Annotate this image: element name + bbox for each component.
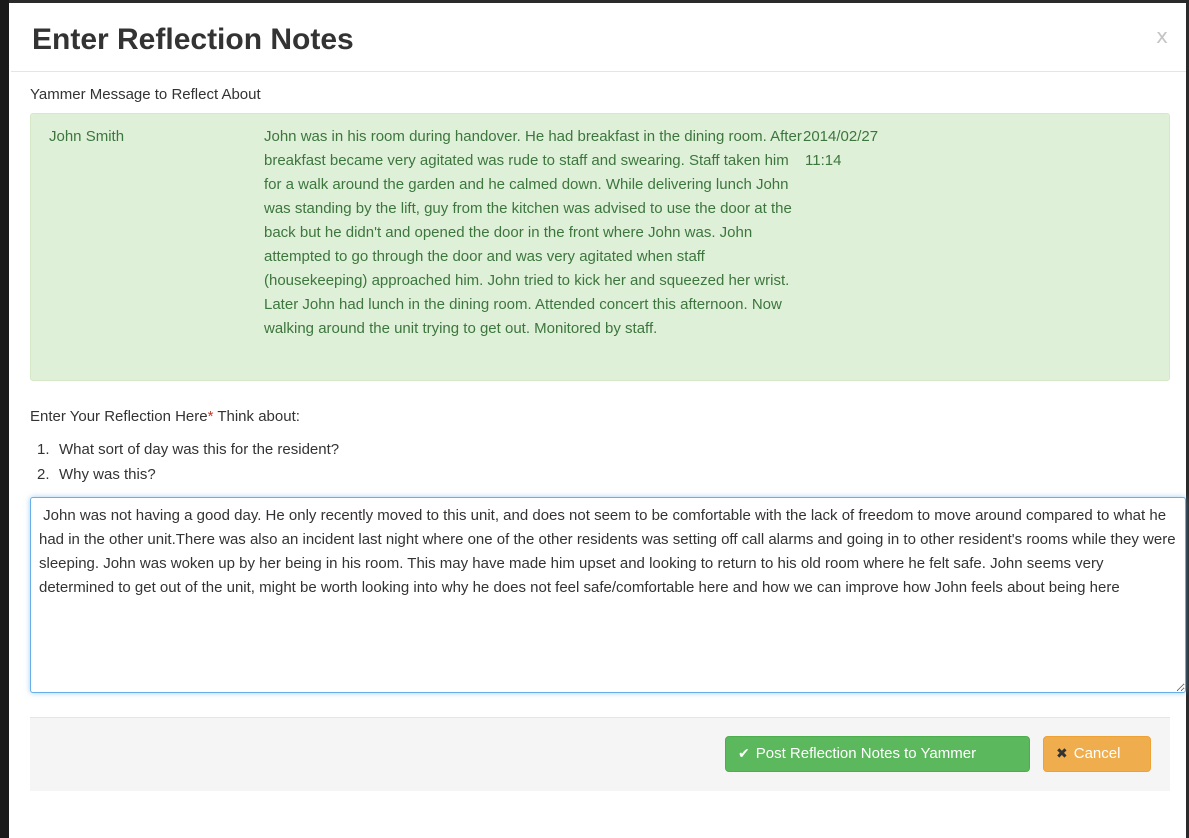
message-date: 2014/02/27 xyxy=(803,128,879,145)
prompt-item: 1. What sort of day was this for the resi… xyxy=(37,437,339,462)
modal-footer: ✔ Post Reflection Notes to Yammer ✖ Cancel xyxy=(30,717,1170,791)
modal-title: Enter Reflection Notes xyxy=(32,23,354,56)
check-icon: ✔ xyxy=(738,746,750,762)
page-frame: Enter Reflection Notes x Yammer Message … xyxy=(0,0,1189,838)
reflection-label: Enter Your Reflection Here* Think about: xyxy=(30,408,300,425)
prompt-number: 2. xyxy=(37,466,50,483)
reflection-prompts: 1. What sort of day was this for the resi… xyxy=(37,437,339,487)
prompt-number: 1. xyxy=(37,441,50,458)
background-edge-left xyxy=(0,0,9,838)
prompt-text: What sort of day was this for the reside… xyxy=(59,441,340,458)
post-button-label: Post Reflection Notes to Yammer xyxy=(755,745,977,762)
message-text: John was in his room during handover. He… xyxy=(264,128,802,337)
reflection-hint: Think about: xyxy=(213,408,300,425)
yammer-message-box: John Smith John was in his room during h… xyxy=(30,113,1170,381)
reflection-label-text: Enter Your Reflection Here xyxy=(30,408,208,425)
prompt-item: 2. Why was this? xyxy=(37,462,339,487)
close-icon[interactable]: x xyxy=(1156,26,1168,46)
reflection-textarea[interactable] xyxy=(30,497,1186,693)
cancel-button-label: Cancel xyxy=(1073,745,1121,762)
message-time: 11:14 xyxy=(805,152,842,169)
modal-header: Enter Reflection Notes x xyxy=(11,6,1186,72)
post-reflection-button[interactable]: ✔ Post Reflection Notes to Yammer xyxy=(725,736,1030,772)
message-section-label: Yammer Message to Reflect About xyxy=(30,86,261,103)
cancel-button[interactable]: ✖ Cancel xyxy=(1043,736,1151,772)
prompt-text: Why was this? xyxy=(59,466,156,483)
message-author: John Smith xyxy=(49,128,125,145)
times-icon: ✖ xyxy=(1056,746,1068,762)
background-edge-top xyxy=(0,0,1189,3)
message-timestamp: 2014/02/27 11:14 xyxy=(803,125,903,173)
